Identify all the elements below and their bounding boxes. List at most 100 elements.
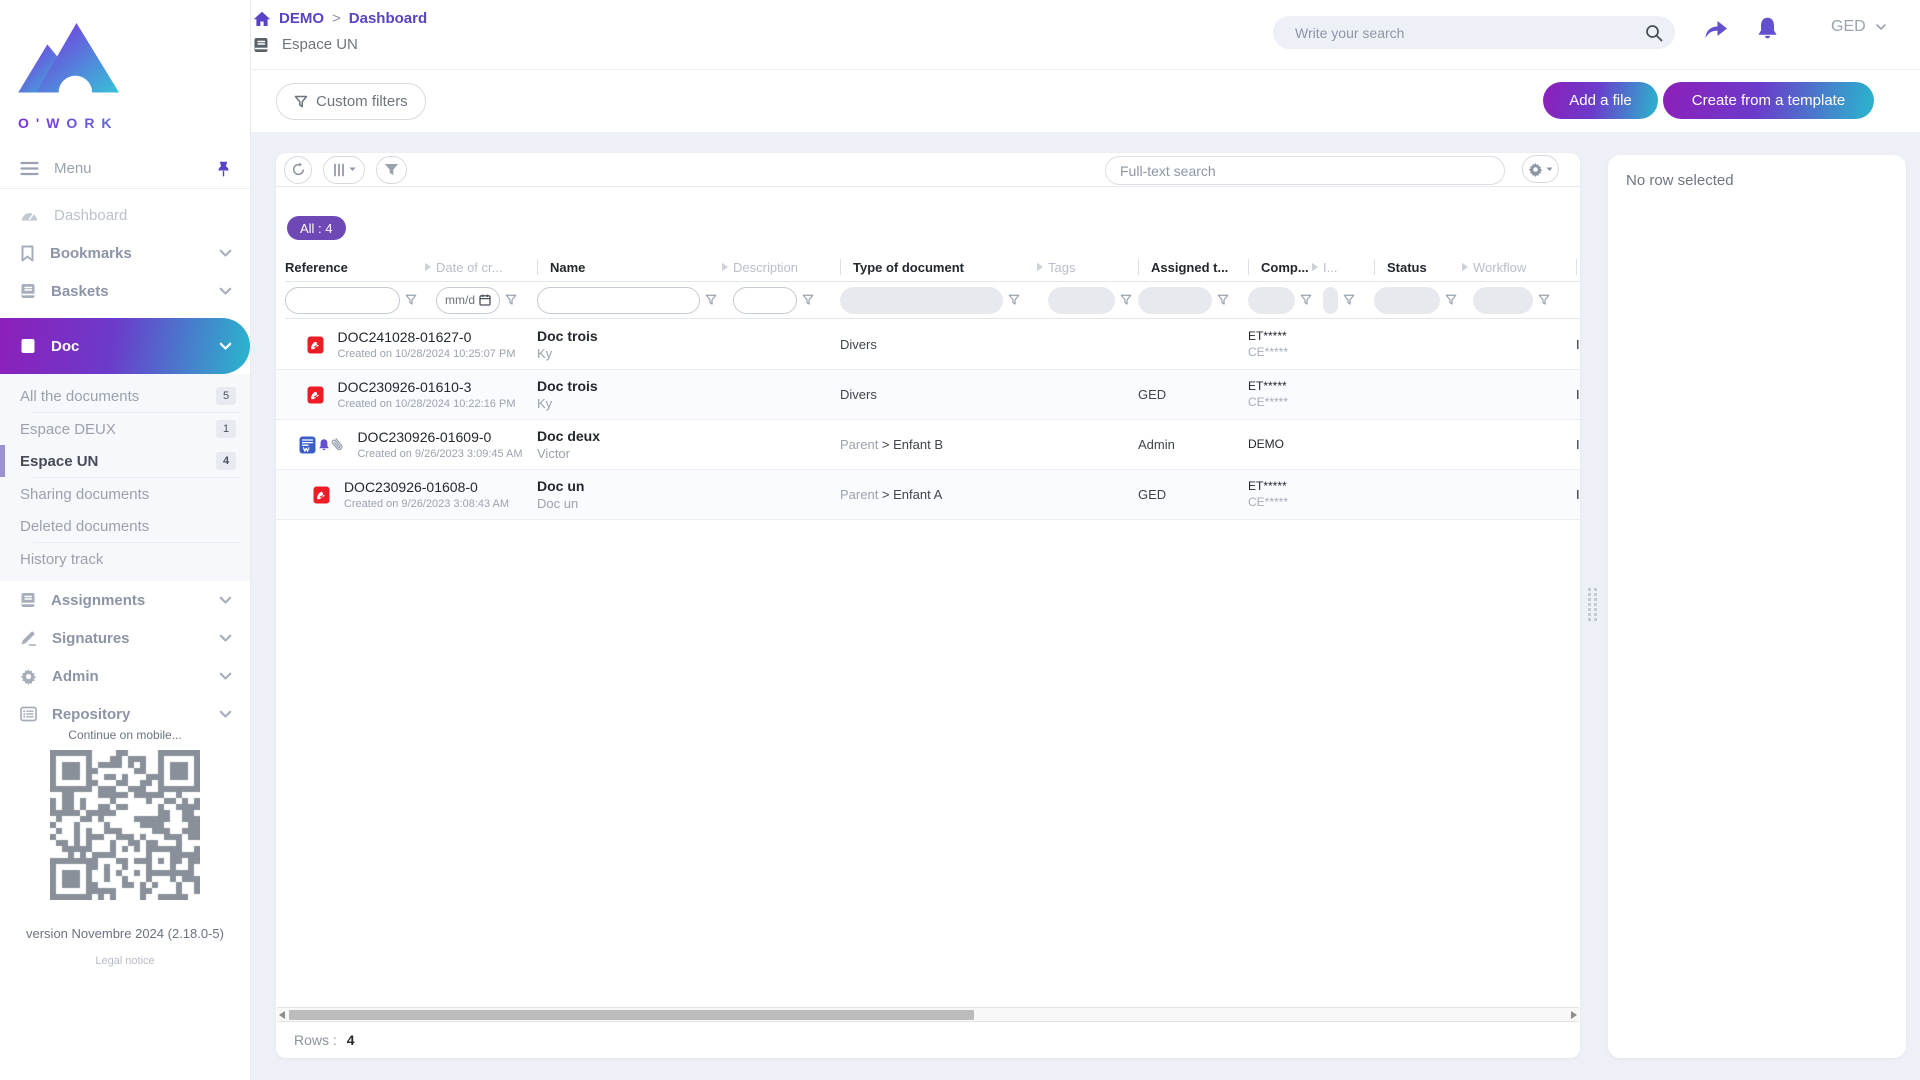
column-header-status[interactable]: Status (1374, 259, 1473, 275)
notifications-button[interactable] (1756, 16, 1779, 44)
column-header-workflow[interactable]: Workflow (1473, 259, 1576, 275)
sidebar-item-espace-deux[interactable]: Espace DEUX 1 (0, 413, 250, 445)
filter-disabled-type (840, 286, 1003, 314)
legal-notice-link[interactable]: Legal notice (0, 955, 250, 967)
clipped-value: I (1576, 487, 1580, 502)
created-date: Created on 10/28/2024 10:22:16 PM (337, 398, 516, 411)
filter-date-input[interactable]: mm/d (436, 286, 500, 314)
column-header-tags[interactable]: Tags (1048, 259, 1138, 275)
document-subtitle: Ky (537, 346, 553, 362)
column-header-name[interactable]: Name (537, 259, 733, 275)
sidebar-item-all-the-documents[interactable]: All the documents 5 (0, 380, 250, 412)
type-value: > Enfant A (881, 487, 943, 502)
refresh-button[interactable] (284, 155, 312, 184)
horizontal-scrollbar[interactable] (277, 1007, 1579, 1022)
filter-input-name[interactable] (537, 286, 700, 314)
breadcrumb-root[interactable]: DEMO (279, 10, 324, 27)
column-header-i[interactable]: I... (1323, 259, 1374, 275)
document-icons (307, 336, 324, 354)
funnel-icon[interactable] (1300, 294, 1312, 306)
sidebar-item-bookmarks[interactable]: Bookmarks (0, 234, 250, 272)
bell-icon (1756, 16, 1779, 41)
company-cell: ET***** CE***** (1248, 370, 1374, 419)
create-from-template-button[interactable]: Create from a template (1663, 82, 1874, 119)
breadcrumb-current[interactable]: Dashboard (349, 10, 427, 27)
all-rows-chip[interactable]: All : 4 (287, 216, 346, 240)
table-row[interactable]: DOC230926-01610-3 Created on 10/28/2024 1… (276, 370, 1580, 420)
sort-arrow-icon (1461, 262, 1469, 272)
table-row[interactable]: DOC230926-01609-0 Created on 9/26/2023 3:… (276, 420, 1580, 470)
assigned-cell: GED (1138, 370, 1248, 419)
funnel-icon[interactable] (802, 294, 814, 306)
column-header-desc[interactable]: Description (733, 259, 840, 275)
filter-disabled-assigned (1138, 286, 1212, 314)
funnel-icon[interactable] (1120, 294, 1132, 306)
sidebar-item-deleted-documents[interactable]: Deleted documents (0, 510, 250, 542)
column-header-ref[interactable]: Reference (285, 259, 436, 275)
scrollbar-thumb[interactable] (289, 1010, 974, 1020)
panel-resize-handle[interactable] (1588, 588, 1600, 621)
share-button[interactable] (1703, 18, 1730, 44)
search-icon[interactable] (1645, 24, 1663, 42)
funnel-icon[interactable] (405, 294, 417, 306)
columns-button[interactable] (323, 155, 365, 184)
chevron-down-icon (219, 672, 232, 681)
funnel-icon[interactable] (1343, 294, 1355, 306)
company-line1: ET***** (1248, 378, 1287, 393)
filter-cell-type (840, 286, 1048, 314)
pin-icon[interactable] (217, 161, 230, 177)
list-icon (20, 706, 37, 722)
user-menu[interactable]: GED (1831, 18, 1886, 36)
column-header-assigned[interactable]: Assigned t... (1138, 259, 1248, 275)
home-icon[interactable] (253, 11, 271, 27)
sidebar-item-doc[interactable]: Doc (0, 318, 250, 374)
topbar: DEMO > Dashboard Espace UN GED Cu (251, 0, 1920, 132)
company-cell: ET***** CE***** (1248, 470, 1374, 519)
scroll-left-arrow-icon[interactable] (279, 1011, 285, 1019)
table-row[interactable]: DOC230926-01608-0 Created on 9/26/2023 3:… (276, 470, 1580, 520)
funnel-icon[interactable] (705, 294, 717, 306)
sidebar-item-signatures[interactable]: Signatures (0, 619, 250, 657)
filter-input-ref[interactable] (285, 286, 400, 314)
hamburger-icon[interactable] (20, 161, 39, 176)
reference-cell: DOC230926-01610-3 Created on 10/28/2024 1… (285, 370, 537, 419)
fulltext-search-input[interactable] (1105, 156, 1505, 185)
sidebar-item-sharing-documents[interactable]: Sharing documents (0, 478, 250, 510)
filter-input-desc[interactable] (733, 286, 797, 314)
column-header-y[interactable]: Y... (1576, 259, 1580, 275)
filter-cell-ref (285, 286, 436, 314)
qr-code (50, 750, 200, 900)
content-area: All : 4 Reference Date of cr... Name Descri… (251, 132, 1920, 1080)
filter-cell-i (1323, 286, 1374, 314)
filter-button[interactable] (376, 155, 407, 184)
filter-cell-comp (1248, 286, 1323, 314)
scroll-right-arrow-icon[interactable] (1571, 1011, 1577, 1019)
filter-disabled-i (1323, 286, 1338, 314)
sidebar-item-baskets[interactable]: Baskets (0, 272, 250, 310)
table-settings-button[interactable] (1522, 155, 1559, 183)
table-row[interactable]: DOC241028-01627-0 Created on 10/28/2024 1… (276, 320, 1580, 370)
sidebar-item-admin[interactable]: Admin (0, 657, 250, 695)
sidebar-item-dashboard[interactable]: Dashboard (0, 196, 250, 234)
sidebar-item-assignments[interactable]: Assignments (0, 581, 250, 619)
filter-cell-y (1576, 287, 1580, 314)
create-from-template-label: Create from a template (1691, 92, 1846, 109)
funnel-icon (384, 163, 399, 177)
funnel-icon[interactable] (505, 294, 517, 306)
column-header-type[interactable]: Type of document (840, 259, 1048, 275)
bookmark-icon (20, 245, 35, 262)
funnel-icon[interactable] (1538, 294, 1550, 306)
global-search-input[interactable] (1295, 24, 1645, 41)
funnel-icon[interactable] (1445, 294, 1457, 306)
all-rows-chip-label: All : 4 (300, 220, 333, 236)
sidebar-item-espace-un[interactable]: Espace UN 4 (0, 445, 250, 477)
sidebar-item-label: Baskets (51, 282, 109, 300)
funnel-icon[interactable] (1008, 294, 1020, 306)
add-file-button[interactable]: Add a file (1543, 82, 1658, 119)
sidebar-item-history-track[interactable]: History track (0, 543, 250, 575)
column-header-comp[interactable]: Comp... (1248, 259, 1323, 275)
funnel-icon[interactable] (1217, 294, 1229, 306)
clipped-cell: I (1576, 370, 1580, 419)
custom-filters-button[interactable]: Custom filters (276, 83, 426, 120)
column-header-date[interactable]: Date of cr... (436, 259, 537, 275)
